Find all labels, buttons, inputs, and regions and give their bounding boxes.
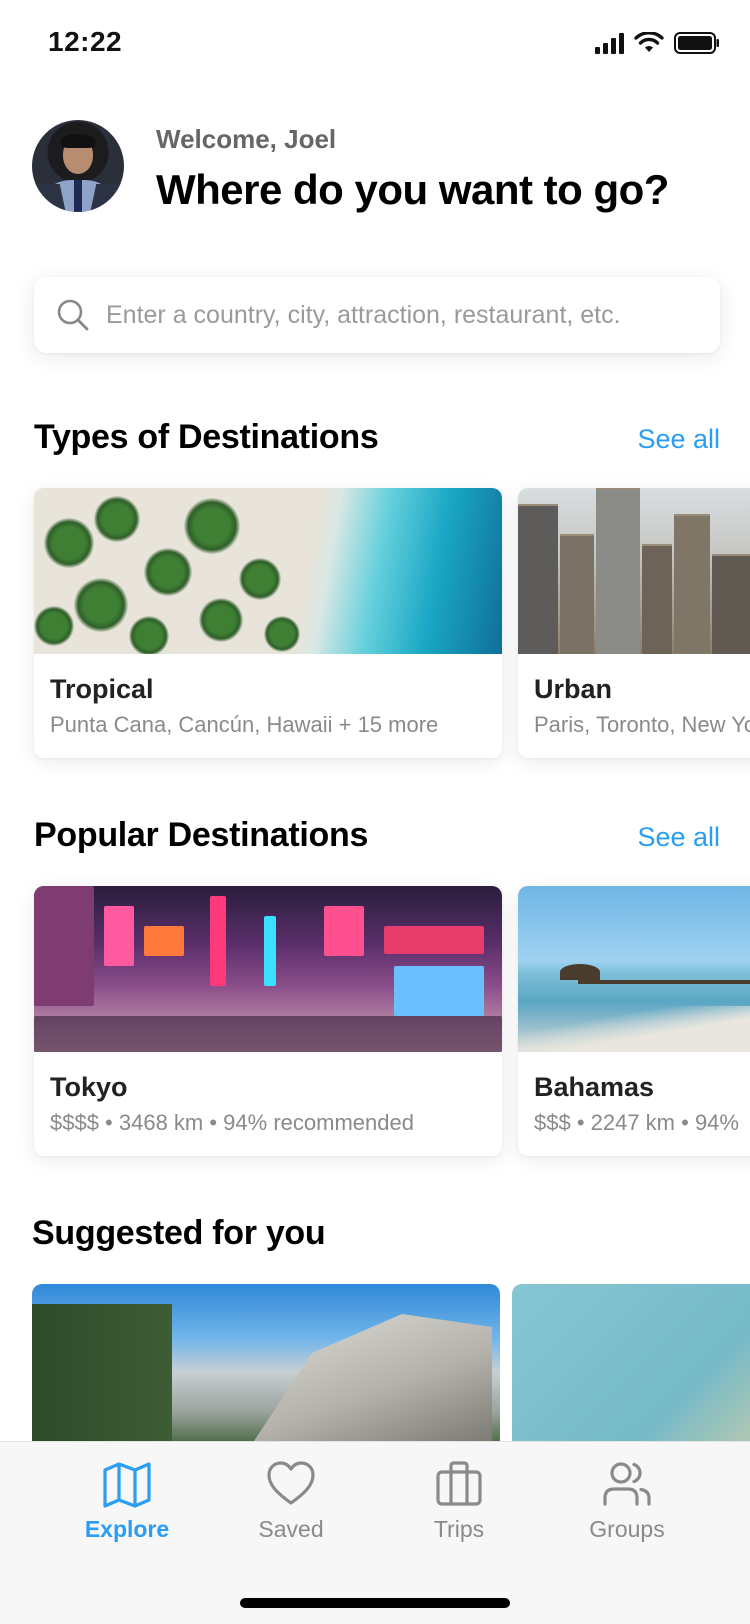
card-title: Tokyo bbox=[50, 1072, 128, 1102]
destination-type-card-tropical[interactable]: Tropical Punta Cana, Cancún, Hawaii + 15… bbox=[34, 488, 502, 758]
card-title: Bahamas bbox=[534, 1072, 655, 1102]
tab-label: Explore bbox=[84, 1516, 170, 1542]
bahamas-beach-image bbox=[518, 886, 750, 1052]
popular-see-all-link[interactable]: See all bbox=[637, 822, 720, 853]
card-title: Urban bbox=[534, 674, 613, 704]
types-section-title: Types of Destinations bbox=[34, 418, 379, 456]
users-icon bbox=[603, 1462, 651, 1506]
suggested-card-coast[interactable] bbox=[512, 1284, 750, 1444]
urban-skyline-image bbox=[518, 488, 750, 654]
search-input[interactable] bbox=[106, 300, 720, 330]
tab-label: Saved bbox=[258, 1516, 324, 1542]
cellular-signal-icon bbox=[595, 32, 624, 54]
tab-label: Trips bbox=[433, 1516, 485, 1542]
card-subtitle: Paris, Toronto, New York bbox=[534, 712, 750, 737]
status-time: 12:22 bbox=[48, 26, 123, 57]
wifi-icon bbox=[634, 32, 664, 52]
card-subtitle: $$$$ • 3468 km • 94% recommended bbox=[50, 1110, 414, 1135]
welcome-text: Welcome, Joel bbox=[156, 124, 337, 154]
tab-trips[interactable]: Trips bbox=[389, 1458, 529, 1543]
explore-screen: 12:22 Welcome, Joel Where do you want to… bbox=[0, 0, 750, 1624]
tab-explore[interactable]: Explore bbox=[57, 1458, 197, 1543]
briefcase-icon bbox=[436, 1461, 482, 1506]
user-avatar[interactable] bbox=[32, 120, 124, 212]
card-subtitle: $$$ • 2247 km • 94% bbox=[534, 1110, 739, 1135]
types-see-all-link[interactable]: See all bbox=[637, 424, 720, 455]
page-title: Where do you want to go? bbox=[156, 166, 669, 213]
tab-saved[interactable]: Saved bbox=[221, 1458, 361, 1543]
card-subtitle: Punta Cana, Cancún, Hawaii + 15 more bbox=[50, 712, 439, 737]
bottom-tab-bar: Explore Saved Trips Groups bbox=[0, 1441, 750, 1624]
popular-section-title: Popular Destinations bbox=[34, 816, 369, 854]
battery-icon bbox=[674, 32, 719, 54]
status-icons bbox=[595, 32, 720, 54]
popular-card-tokyo[interactable]: Tokyo $$$$ • 3468 km • 94% recommended bbox=[34, 886, 502, 1156]
suggested-card-yosemite[interactable] bbox=[32, 1284, 500, 1444]
destination-type-card-urban[interactable]: Urban Paris, Toronto, New York bbox=[518, 488, 750, 758]
tab-groups[interactable]: Groups bbox=[557, 1458, 697, 1543]
search-bar[interactable] bbox=[34, 277, 720, 353]
tab-label: Groups bbox=[589, 1516, 665, 1542]
search-icon bbox=[57, 299, 89, 331]
suggested-section-title: Suggested for you bbox=[32, 1214, 326, 1252]
heart-icon bbox=[267, 1461, 315, 1505]
map-icon bbox=[103, 1462, 151, 1508]
popular-card-bahamas[interactable]: Bahamas $$$ • 2247 km • 94% bbox=[518, 886, 750, 1156]
card-title: Tropical bbox=[50, 674, 154, 704]
tokyo-street-image bbox=[34, 886, 502, 1052]
home-indicator bbox=[240, 1598, 510, 1608]
tropical-beach-image bbox=[34, 488, 502, 654]
